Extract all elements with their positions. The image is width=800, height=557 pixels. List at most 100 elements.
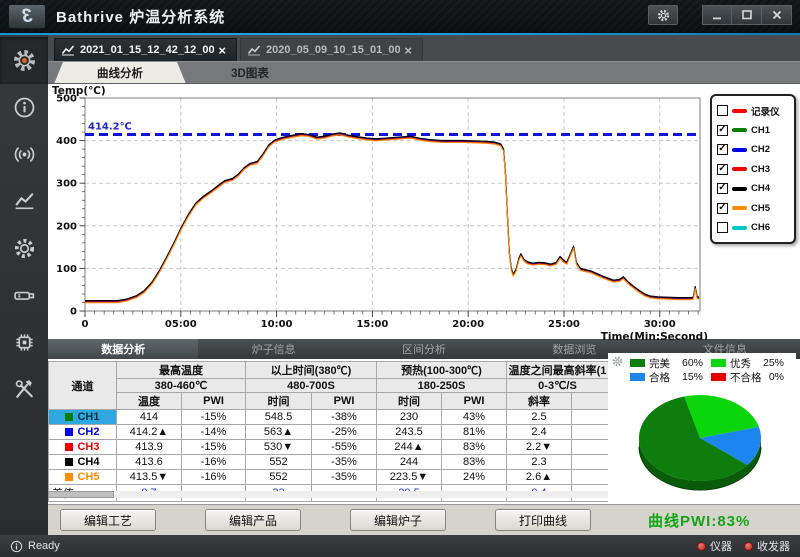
pie-legend-pct: 0%	[769, 371, 792, 383]
pie-legend-pct: 25%	[763, 357, 792, 369]
svg-text:200: 200	[56, 221, 77, 232]
pie-legend-swatch	[711, 359, 726, 367]
pie-legend-label: 合格	[649, 370, 670, 385]
sidebar-item-curve[interactable]	[0, 178, 48, 225]
channel-cell[interactable]: CH3	[49, 440, 117, 455]
data-cell	[572, 470, 609, 485]
legend-item-记录仪: 记录仪	[717, 101, 790, 121]
table-row[interactable]: CH5413.5▼-16%552-35%223.5▼24%2.6▲	[49, 470, 609, 485]
tab-close-icon[interactable]: ×	[214, 43, 230, 58]
legend-label: 记录仪	[751, 104, 780, 118]
data-cell: 243.5	[377, 425, 442, 440]
table-row[interactable]: CH1414-15%548.5-38%23043%2.5	[49, 410, 609, 425]
curve-pwi-value: 曲线PWI:83%	[648, 510, 750, 531]
pie-settings-gear-icon[interactable]	[611, 355, 624, 368]
pwi-pie-panel: 完美60%优秀25%合格15%不合格0%	[608, 353, 796, 504]
data-cell: -16%	[182, 455, 246, 470]
channel-color-square	[65, 443, 73, 451]
tab-3d-chart[interactable]: 3D图表	[186, 62, 314, 84]
legend-item-CH5: ✓CH5	[717, 199, 790, 219]
legend-color-swatch	[732, 128, 747, 132]
sidebar-item-tools[interactable]	[0, 366, 48, 413]
table-row[interactable]: CH4413.6-16%552-35%24483%2.3	[49, 455, 609, 470]
data-cell: 83%	[442, 440, 507, 455]
group-max-temp: 最高温度	[117, 362, 246, 379]
usb-device-icon	[12, 283, 37, 308]
legend-checkbox[interactable]: ✓	[717, 144, 728, 155]
footer-button-bar: 编辑工艺 编辑产品 编辑炉子 打印曲线 曲线PWI:83%	[48, 504, 800, 535]
statusbar: Ready 仪器 收发器	[0, 535, 800, 557]
table-row[interactable]: CH3413.9-15%530▼-55%244▲83%2.2▼	[49, 440, 609, 455]
doc-tab-1[interactable]: 2021_01_15_12_42_12_00 ×	[54, 38, 237, 61]
data-cell: 552	[246, 470, 312, 485]
legend-checkbox[interactable]	[717, 222, 728, 233]
channel-cell[interactable]: CH1	[49, 410, 117, 425]
sidebar-item-chip[interactable]	[0, 319, 48, 366]
data-cell: 2.3	[507, 455, 572, 470]
data-cell: 413.6	[117, 455, 182, 470]
channel-cell[interactable]: CH4	[49, 455, 117, 470]
line-chart-icon	[12, 189, 37, 214]
svg-text:15:00: 15:00	[356, 319, 388, 330]
data-cell: -25%	[312, 425, 377, 440]
titlebar-settings-button[interactable]	[648, 5, 678, 25]
legend-label: CH2	[751, 144, 770, 155]
data-cell: 244	[377, 455, 442, 470]
legend-item-CH1: ✓ CH1	[717, 121, 790, 141]
minimize-button[interactable]	[702, 5, 732, 25]
scrollbar-thumb[interactable]	[48, 491, 114, 498]
channel-color-square	[65, 413, 73, 421]
tab-interval-analysis[interactable]: 区间分析	[349, 339, 499, 359]
legend-color-swatch	[732, 148, 747, 152]
svg-text:400: 400	[56, 136, 77, 147]
channel-cell[interactable]: CH2	[49, 425, 117, 440]
edit-product-button[interactable]: 编辑产品	[205, 509, 301, 531]
data-cell: 413.9	[117, 440, 182, 455]
pie-legend-item-合格: 合格 15%	[630, 370, 711, 384]
pie-legend: 完美60%优秀25%合格15%不合格0%	[630, 356, 792, 384]
data-cell: -35%	[312, 470, 377, 485]
table-hscrollbar[interactable]	[48, 491, 608, 498]
tab-furnace-info[interactable]: 炉子信息	[198, 339, 348, 359]
maximize-button[interactable]	[732, 5, 762, 25]
channel-cell[interactable]: CH5	[49, 470, 117, 485]
group-preheat: 预热(100-300℃)	[377, 362, 507, 379]
legend-label: CH1	[751, 125, 770, 136]
legend-checkbox[interactable]: ✓	[717, 164, 728, 175]
legend-checkbox[interactable]: ✓	[717, 203, 728, 214]
legend-color-swatch	[732, 226, 747, 230]
print-curve-button[interactable]: 打印曲线	[495, 509, 591, 531]
doc-tab-2[interactable]: 2020_05_09_10_15_01_00 ×	[240, 38, 423, 61]
data-cell: -55%	[312, 440, 377, 455]
close-button[interactable]	[762, 5, 792, 25]
data-cell: -16%	[182, 470, 246, 485]
edit-process-button[interactable]: 编辑工艺	[60, 509, 156, 531]
tab-curve-analysis[interactable]: 曲线分析	[54, 62, 186, 84]
legend-label: CH4	[751, 183, 770, 194]
edit-furnace-button[interactable]: 编辑炉子	[350, 509, 446, 531]
legend-color-swatch	[732, 206, 747, 210]
table-row[interactable]: CH2414.2▲-14%563▲-25%243.581%2.4	[49, 425, 609, 440]
svg-text:30:00: 30:00	[644, 319, 676, 330]
sidebar-item-config[interactable]	[0, 225, 48, 272]
data-cell	[572, 440, 609, 455]
legend-color-swatch	[732, 167, 747, 171]
pie-legend-swatch	[630, 373, 645, 381]
sidebar-item-settings[interactable]	[0, 37, 48, 84]
tab-data-analysis[interactable]: 数据分析	[48, 339, 198, 359]
data-cell: 2.6▲	[507, 470, 572, 485]
sidebar-item-recorder[interactable]	[0, 272, 48, 319]
legend-checkbox[interactable]: ✓	[717, 125, 728, 136]
legend-checkbox[interactable]	[717, 105, 728, 116]
legend-item-CH6: CH6	[717, 218, 790, 238]
tools-icon	[12, 377, 37, 402]
sidebar-item-info[interactable]	[0, 84, 48, 131]
tab-close-icon[interactable]: ×	[400, 43, 416, 58]
pie-legend-swatch	[630, 359, 645, 367]
pie-legend-pct: 15%	[682, 371, 711, 383]
legend-item-CH2: ✓ CH2	[717, 140, 790, 160]
sidebar-item-wireless[interactable]	[0, 131, 48, 178]
legend-color-swatch	[732, 109, 747, 113]
legend-checkbox[interactable]: ✓	[717, 183, 728, 194]
data-cell: 230	[377, 410, 442, 425]
